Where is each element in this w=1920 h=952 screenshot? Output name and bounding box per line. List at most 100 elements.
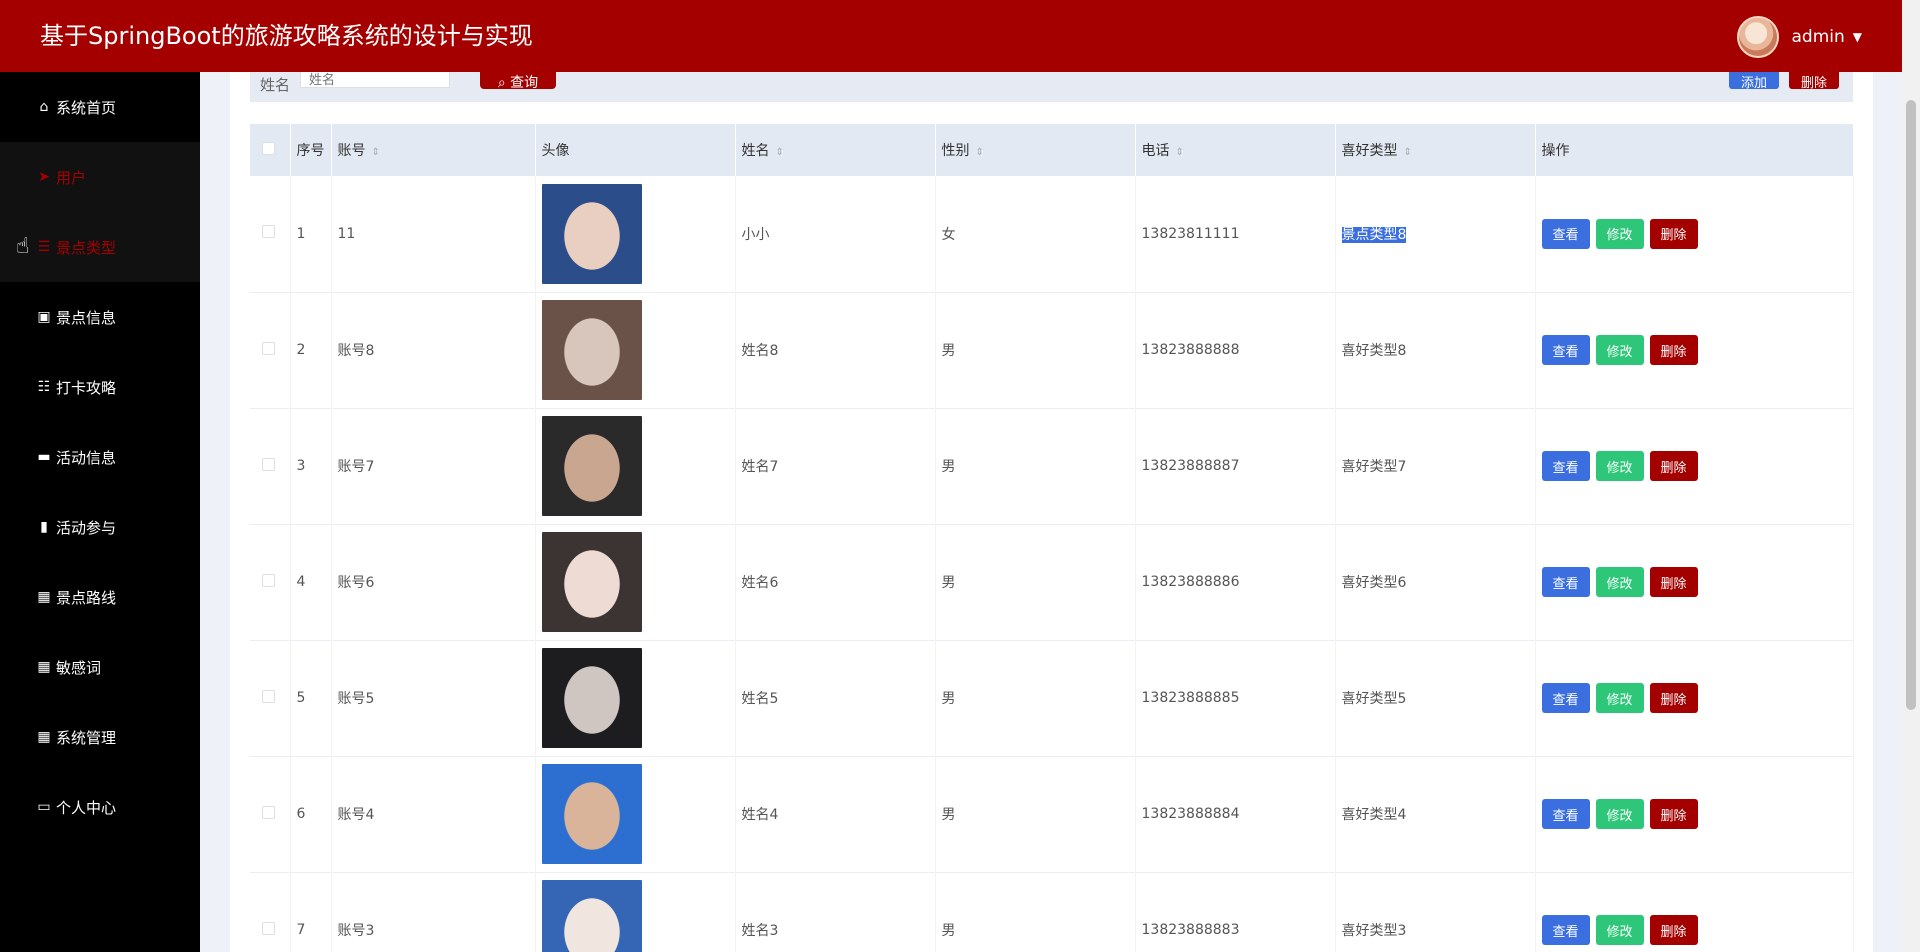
select-all-cell[interactable]: [250, 124, 291, 176]
select-cell[interactable]: [250, 176, 291, 292]
select-all-checkbox[interactable]: [262, 141, 275, 155]
sort-icon[interactable]: ⇕: [776, 147, 784, 158]
sidebar-item[interactable]: ▦ 景点路线: [0, 562, 200, 632]
select-cell[interactable]: [250, 408, 291, 524]
delete-button[interactable]: 删除: [1649, 567, 1698, 597]
column-header-avatar: 头像: [535, 124, 736, 176]
row-checkbox[interactable]: [262, 341, 275, 355]
phone-cell: 13823811111: [1135, 176, 1336, 292]
delete-button[interactable]: 删除: [1649, 683, 1698, 713]
sort-icon[interactable]: ⇕: [1404, 147, 1412, 158]
edit-button[interactable]: 修改: [1595, 451, 1644, 481]
edit-button[interactable]: 修改: [1595, 683, 1644, 713]
account-cell: 账号7: [331, 408, 536, 524]
column-header-name[interactable]: 姓名 ⇕: [735, 124, 936, 176]
view-button[interactable]: 查看: [1541, 567, 1590, 597]
column-header-account[interactable]: 账号 ⇕: [331, 124, 536, 176]
user-photo: [541, 183, 642, 284]
row-checkbox[interactable]: [262, 457, 275, 471]
edit-button[interactable]: 修改: [1595, 915, 1644, 945]
username[interactable]: admin: [1791, 27, 1844, 47]
row-checkbox[interactable]: [262, 921, 275, 935]
row-checkbox[interactable]: [262, 689, 275, 703]
sidebar-item[interactable]: ☷ 打卡攻略: [0, 352, 200, 422]
account-cell: 账号5: [331, 640, 536, 756]
preference-cell: 喜好类型4: [1335, 756, 1536, 872]
sidebar-item[interactable]: ▦ 系统管理: [0, 702, 200, 772]
account-cell: 账号6: [331, 524, 536, 640]
batch-delete-button[interactable]: 删除: [1789, 72, 1839, 91]
index-cell: 6: [290, 756, 332, 872]
scrollbar-thumb[interactable]: [1906, 100, 1916, 710]
sidebar-item-label: 系统首页: [56, 98, 117, 117]
sort-icon[interactable]: ⇕: [1176, 147, 1184, 158]
phone-cell: 13823888886: [1135, 524, 1336, 640]
avatar-cell: [535, 640, 736, 756]
name-search-input[interactable]: [300, 72, 450, 88]
account-cell: 账号4: [331, 756, 536, 872]
name-value: 姓名8: [741, 343, 779, 359]
row-checkbox[interactable]: [262, 573, 275, 587]
sidebar-item[interactable]: ➤ 用户: [0, 142, 200, 212]
avatar-cell: [535, 408, 736, 524]
column-header-preference[interactable]: 喜好类型 ⇕: [1335, 124, 1536, 176]
select-cell[interactable]: [250, 872, 291, 952]
delete-button[interactable]: 删除: [1649, 335, 1698, 365]
sidebar-item[interactable]: ⌂ 系统首页: [0, 72, 200, 142]
home-icon: ⌂: [39, 99, 49, 115]
edit-button[interactable]: 修改: [1595, 799, 1644, 829]
app-title: 基于SpringBoot的旅游攻略系统的设计与实现: [40, 22, 533, 50]
select-cell[interactable]: [250, 640, 291, 756]
row-index: 3: [296, 458, 306, 474]
paper-plane-icon: ➤: [38, 169, 50, 185]
view-button[interactable]: 查看: [1541, 335, 1590, 365]
actions-cell: 查看 修改 删除: [1535, 292, 1854, 408]
gender-cell: 男: [935, 408, 1136, 524]
select-cell[interactable]: [250, 756, 291, 872]
add-button[interactable]: 添加: [1729, 72, 1779, 91]
sidebar-item[interactable]: ▮ 活动参与: [0, 492, 200, 562]
row-checkbox[interactable]: [262, 225, 275, 239]
search-button[interactable]: ⌕ 查询: [480, 72, 556, 91]
gender-value: 女: [941, 226, 956, 243]
sidebar-item[interactable]: ▭ 个人中心: [0, 772, 200, 842]
edit-button[interactable]: 修改: [1595, 218, 1644, 249]
edit-button[interactable]: 修改: [1595, 567, 1644, 597]
preference-value: 喜好类型3: [1341, 923, 1407, 939]
delete-button[interactable]: 删除: [1649, 451, 1698, 481]
sidebar-item-label: 活动信息: [56, 448, 117, 467]
avatar-cell: [535, 872, 736, 952]
view-button[interactable]: 查看: [1541, 799, 1590, 829]
sort-icon[interactable]: ⇕: [976, 147, 984, 158]
sidebar-item[interactable]: ▬ 活动信息: [0, 422, 200, 492]
user-photo: [541, 880, 642, 952]
name-value: 姓名4: [741, 807, 779, 823]
preference-value: 景点类型8: [1341, 226, 1407, 243]
view-button[interactable]: 查看: [1541, 218, 1590, 249]
sidebar-item[interactable]: ▣ 景点信息: [0, 282, 200, 352]
caret-down-icon[interactable]: ▼: [1853, 30, 1862, 44]
view-button[interactable]: 查看: [1541, 915, 1590, 945]
view-button[interactable]: 查看: [1541, 451, 1590, 481]
name-cell: 姓名6: [735, 524, 936, 640]
sidebar-item[interactable]: ▦ 敏感词: [0, 632, 200, 702]
view-button[interactable]: 查看: [1541, 683, 1590, 713]
column-header-gender[interactable]: 性别 ⇕: [935, 124, 1136, 176]
sort-icon[interactable]: ⇕: [372, 147, 380, 158]
select-cell[interactable]: [250, 524, 291, 640]
row-checkbox[interactable]: [262, 805, 275, 819]
edit-button[interactable]: 修改: [1595, 335, 1644, 365]
column-header-phone[interactable]: 电话 ⇕: [1135, 124, 1336, 176]
sidebar-item[interactable]: ☰ 景点类型: [0, 212, 200, 282]
user-menu[interactable]: admin ▼: [1737, 15, 1862, 59]
table-row: 2 账号8 姓名8 男 13823888888 喜好类型8 查看 修改 删除: [250, 292, 1854, 408]
search-label: 姓名: [260, 76, 291, 94]
delete-button[interactable]: 删除: [1649, 915, 1698, 945]
main-content: 姓名 ⌕ 查询 添加 删除 序号 账号⇕ 头像 姓名⇕ 性别⇕ 电话⇕ 喜好类型…: [230, 72, 1873, 952]
avatar[interactable]: [1737, 16, 1780, 58]
delete-button[interactable]: 删除: [1649, 218, 1698, 249]
delete-button[interactable]: 删除: [1649, 799, 1698, 829]
grid-icon: ▦: [37, 659, 51, 675]
select-cell[interactable]: [250, 292, 291, 408]
page-scrollbar[interactable]: [1902, 0, 1920, 952]
